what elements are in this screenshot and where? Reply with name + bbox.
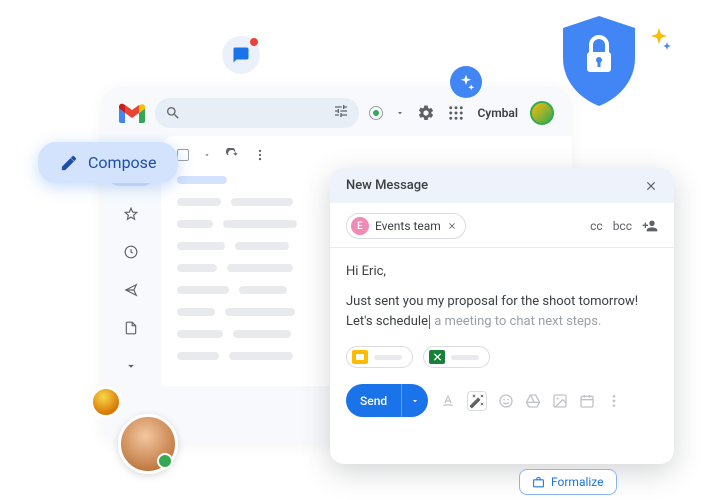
bcc-link[interactable]: bcc: [613, 219, 632, 233]
sidebar-item-more[interactable]: [116, 356, 146, 376]
gear-icon[interactable]: [417, 104, 435, 122]
recipient-chip[interactable]: E Events team: [346, 213, 466, 239]
more-icon[interactable]: [253, 148, 267, 162]
send-button[interactable]: Send: [346, 384, 428, 417]
body-line1: Just sent you my proposal for the shoot …: [346, 292, 658, 312]
brand-name: Cymbal: [477, 106, 518, 120]
sparkle-decoration: [450, 66, 482, 98]
briefcase-icon: [532, 476, 545, 489]
send-dropdown[interactable]: [401, 384, 428, 417]
apps-grid-icon[interactable]: [447, 104, 465, 122]
body-greeting: Hi Eric,: [346, 262, 658, 282]
emoji-icon[interactable]: [498, 393, 514, 409]
text-format-icon[interactable]: [440, 393, 456, 409]
chevron-down-icon[interactable]: [203, 151, 211, 159]
gmail-logo-icon: [119, 103, 145, 123]
send-label: Send: [346, 387, 401, 415]
user-avatar[interactable]: [530, 101, 554, 125]
attachments-row: [330, 342, 674, 378]
refresh-icon[interactable]: [225, 148, 239, 162]
avatar-large: [118, 414, 178, 474]
search-input[interactable]: [155, 98, 359, 128]
calendar-icon[interactable]: [579, 393, 595, 409]
compose-footer: Send: [330, 378, 674, 429]
recipient-row[interactable]: E Events team cc bcc: [330, 203, 674, 248]
cc-link[interactable]: cc: [590, 219, 603, 233]
body-suggestion: a meeting to chat next steps.: [431, 314, 601, 329]
sidebar-item-snoozed[interactable]: [116, 242, 146, 262]
compose-label: Compose: [88, 153, 156, 172]
pencil-icon: [60, 154, 78, 172]
body-typed: Let's schedule: [346, 314, 428, 329]
attachment-chip-sheets[interactable]: [423, 346, 490, 368]
slides-icon: [352, 350, 368, 364]
select-all-checkbox[interactable]: [177, 149, 189, 161]
sidebar-item-drafts[interactable]: [116, 318, 146, 338]
recipient-avatar: E: [351, 217, 369, 235]
search-icon: [165, 105, 181, 121]
attachment-chip-slides[interactable]: [346, 346, 413, 368]
formalize-chip[interactable]: Formalize: [519, 469, 617, 495]
formalize-label: Formalize: [551, 475, 604, 489]
compose-body[interactable]: Hi Eric, Just sent you my proposal for t…: [330, 248, 674, 342]
sidebar-item-starred[interactable]: [116, 204, 146, 224]
add-person-icon[interactable]: [642, 218, 658, 234]
sheets-icon: [429, 350, 445, 364]
magic-write-icon[interactable]: [467, 391, 487, 411]
status-indicator[interactable]: [369, 106, 383, 120]
compose-header: New Message: [330, 168, 674, 203]
remove-icon[interactable]: [447, 221, 457, 231]
more-options-icon[interactable]: [606, 393, 622, 409]
close-icon[interactable]: [644, 179, 658, 193]
drive-icon[interactable]: [525, 393, 541, 409]
gmail-header: Cymbal: [101, 86, 572, 136]
shield-icon: [559, 16, 639, 106]
chat-bubble-decoration: [222, 36, 260, 74]
recipient-name: Events team: [375, 219, 441, 233]
inbox-toolbar: [177, 148, 556, 162]
image-icon[interactable]: [552, 393, 568, 409]
tune-icon[interactable]: [333, 103, 349, 119]
sparkle-small-decoration: [647, 28, 671, 52]
compose-title: New Message: [346, 178, 428, 193]
sidebar-item-sent[interactable]: [116, 280, 146, 300]
chevron-down-icon[interactable]: [395, 108, 405, 118]
compose-window: New Message E Events team cc bcc Hi Eric…: [330, 168, 674, 464]
avatar-small: [90, 386, 122, 418]
compose-button[interactable]: Compose: [38, 142, 178, 183]
text-cursor: [429, 315, 430, 329]
